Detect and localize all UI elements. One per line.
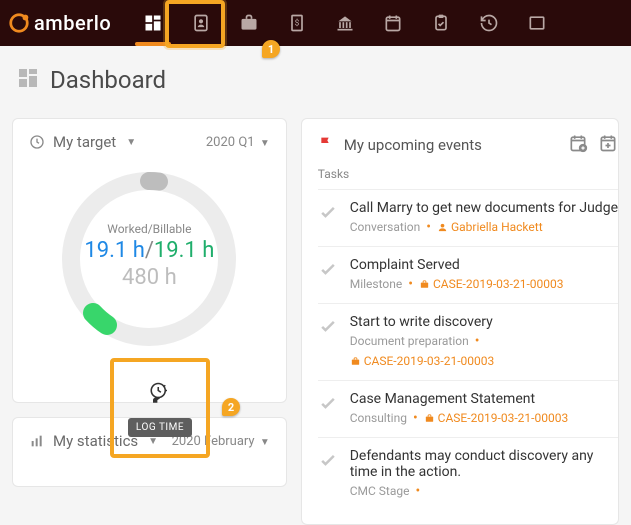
chevron-down-icon: ▼ (148, 436, 158, 447)
chevron-down-icon: ▼ (260, 138, 270, 149)
task-row: Complaint Served Milestone • CASE-2019-0… (318, 246, 618, 303)
bank-icon (335, 13, 355, 33)
task-case[interactable]: CASE-2019-03-21-00003 (350, 354, 495, 368)
calendar-add-icon (598, 133, 618, 153)
nav-more[interactable] (513, 0, 561, 46)
brand-name: amberlo (34, 11, 111, 35)
nav-history[interactable] (465, 0, 513, 46)
briefcase-icon (239, 13, 259, 33)
log-time-button[interactable]: LOG TIME (128, 418, 192, 437)
task-case[interactable]: CASE-2019-03-21-00003 (419, 277, 564, 291)
target-gauge: Worked/Billable 19.1 h/19.1 h 480 h (34, 159, 264, 359)
task-title[interactable]: Complaint Served (350, 257, 618, 273)
nav-tasks[interactable] (417, 0, 465, 46)
nav-calendar[interactable] (369, 0, 417, 46)
upcoming-events-card: My upcoming events Tasks Call Marry to g… (301, 118, 619, 525)
add-task-button[interactable] (598, 133, 618, 157)
add-event-button[interactable] (568, 133, 588, 157)
dashboard-icon (143, 13, 163, 33)
my-target-card: My target ▼ 2020 Q1 ▼ Worked/Billab (12, 118, 287, 403)
task-check[interactable] (318, 259, 338, 291)
my-target-title[interactable]: My target ▼ (29, 133, 136, 151)
task-check[interactable] (318, 202, 338, 234)
task-title[interactable]: Call Marry to get new documents for Judg… (350, 200, 618, 216)
briefcase-small-icon (419, 279, 430, 290)
tasks-section-label: Tasks (318, 167, 618, 181)
task-type: Document preparation (350, 334, 469, 348)
nav-bank[interactable] (321, 0, 369, 46)
task-row: Defendants may conduct discovery any tim… (318, 437, 618, 510)
worked-billable-value: 19.1 h/19.1 h (84, 238, 214, 263)
target-total: 480 h (122, 265, 177, 290)
events-card-title: My upcoming events (344, 136, 482, 154)
chevron-down-icon: ▼ (260, 437, 270, 448)
clipboard-check-icon (431, 13, 451, 33)
chevron-down-icon: ▼ (126, 137, 136, 148)
task-type: CMC Stage (350, 484, 410, 498)
task-type: Consulting (350, 411, 407, 425)
worked-billable-label: Worked/Billable (107, 222, 191, 236)
task-case[interactable]: CASE-2019-03-21-00003 (424, 411, 569, 425)
dashboard-content: My target ▼ 2020 Q1 ▼ Worked/Billab (0, 118, 631, 525)
history-icon (479, 13, 499, 33)
task-title[interactable]: Case Management Statement (350, 391, 618, 407)
dashboard-title-icon (16, 66, 40, 94)
brand-mark-icon (8, 12, 30, 34)
svg-text:$: $ (295, 18, 300, 29)
tutorial-step-badge-2: 2 (222, 398, 240, 416)
task-check[interactable] (318, 316, 338, 368)
top-nav: amberlo $ (0, 0, 631, 46)
task-title[interactable]: Defendants may conduct discovery any tim… (350, 448, 618, 480)
nav-matters[interactable] (225, 0, 273, 46)
calendar-plus-icon (568, 133, 588, 153)
page-header: Dashboard (0, 46, 631, 118)
task-check[interactable] (318, 450, 338, 498)
briefcase-small-icon (350, 356, 361, 367)
page-title: Dashboard (50, 66, 166, 94)
nav-billing[interactable]: $ (273, 0, 321, 46)
contact-icon (191, 13, 211, 33)
tutorial-step-badge-1: 1 (262, 40, 280, 58)
invoice-icon: $ (287, 13, 307, 33)
nav-dashboard[interactable] (129, 0, 177, 46)
task-type: Conversation (350, 220, 420, 234)
nav-contacts[interactable] (177, 0, 225, 46)
task-row: Call Marry to get new documents for Judg… (318, 189, 618, 246)
person-icon (437, 222, 448, 233)
brand-logo[interactable]: amberlo (8, 11, 111, 35)
flag-icon (318, 135, 334, 155)
task-type: Milestone (350, 277, 403, 291)
clock-icon (29, 134, 45, 150)
task-check[interactable] (318, 393, 338, 425)
bar-chart-icon (29, 433, 45, 449)
nav-icons: $ (129, 0, 561, 46)
briefcase-small-icon (424, 413, 435, 424)
calendar-icon (383, 13, 403, 33)
target-period-selector[interactable]: 2020 Q1 ▼ (206, 135, 270, 150)
task-row: Start to write discovery Document prepar… (318, 303, 618, 380)
task-row: Case Management Statement Consulting • C… (318, 380, 618, 437)
task-assignee[interactable]: Gabriella Hackett (437, 220, 543, 234)
panel-icon (527, 13, 547, 33)
task-title[interactable]: Start to write discovery (350, 314, 618, 330)
